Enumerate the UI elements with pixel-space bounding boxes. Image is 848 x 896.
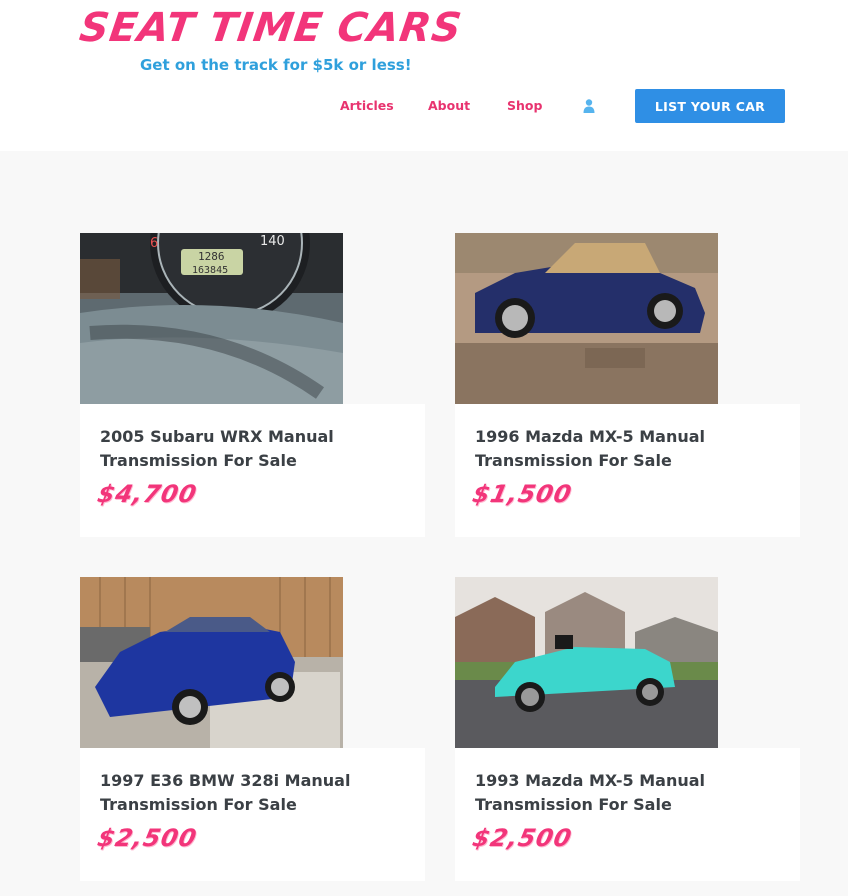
listing-card[interactable]: 1993 Mazda MX-5 Manual Transmission For …	[455, 577, 800, 881]
listing-card-body: 1993 Mazda MX-5 Manual Transmission For …	[455, 748, 800, 881]
svg-text:140: 140	[260, 234, 285, 249]
svg-text:1286: 1286	[198, 250, 225, 263]
listing-card[interactable]: 1996 Mazda MX-5 Manual Transmission For …	[455, 233, 800, 537]
listing-card-body: 1997 E36 BMW 328i Manual Transmission Fo…	[80, 748, 425, 881]
nav-shop[interactable]: Shop	[507, 98, 542, 113]
logo-tagline: Get on the track for $5k or less!	[140, 56, 412, 74]
listing-title[interactable]: 1997 E36 BMW 328i Manual Transmission Fo…	[100, 769, 400, 817]
listing-card[interactable]: 1286 163845 140 6 2005 Subaru WRX Manual…	[80, 233, 425, 537]
teal-miata-photo[interactable]	[455, 577, 718, 748]
listing-card-body: 1996 Mazda MX-5 Manual Transmission For …	[455, 404, 800, 537]
listing-title[interactable]: 2005 Subaru WRX Manual Transmission For …	[100, 425, 400, 473]
list-your-car-button[interactable]: LIST YOUR CAR	[635, 89, 785, 123]
logo-title: SEAT TIME CARS	[76, 5, 465, 51]
blue-bmw-sedan-photo[interactable]	[80, 577, 343, 748]
listing-card[interactable]: 1997 E36 BMW 328i Manual Transmission Fo…	[80, 577, 425, 881]
svg-text:6: 6	[150, 236, 158, 251]
site-logo[interactable]: SEAT TIME CARS Get on the track for $5k …	[77, 4, 465, 76]
listing-price: $1,500	[470, 480, 575, 508]
listing-price: $4,700	[95, 480, 200, 508]
listing-card-body: 2005 Subaru WRX Manual Transmission For …	[80, 404, 425, 537]
nav-articles[interactable]: Articles	[340, 98, 394, 113]
user-icon[interactable]	[581, 98, 597, 114]
listing-title[interactable]: 1993 Mazda MX-5 Manual Transmission For …	[475, 769, 775, 817]
svg-text:163845: 163845	[192, 265, 228, 276]
blue-miata-photo[interactable]	[455, 233, 718, 404]
listing-price: $2,500	[95, 824, 200, 852]
listing-title[interactable]: 1996 Mazda MX-5 Manual Transmission For …	[475, 425, 775, 473]
dashboard-odometer-photo[interactable]: 1286 163845 140 6	[80, 233, 343, 404]
main-nav: Articles About Shop LIST YOUR CAR	[0, 89, 848, 123]
site-header: SEAT TIME CARS Get on the track for $5k …	[0, 0, 848, 151]
nav-about[interactable]: About	[428, 98, 470, 113]
listing-price: $2,500	[470, 824, 575, 852]
